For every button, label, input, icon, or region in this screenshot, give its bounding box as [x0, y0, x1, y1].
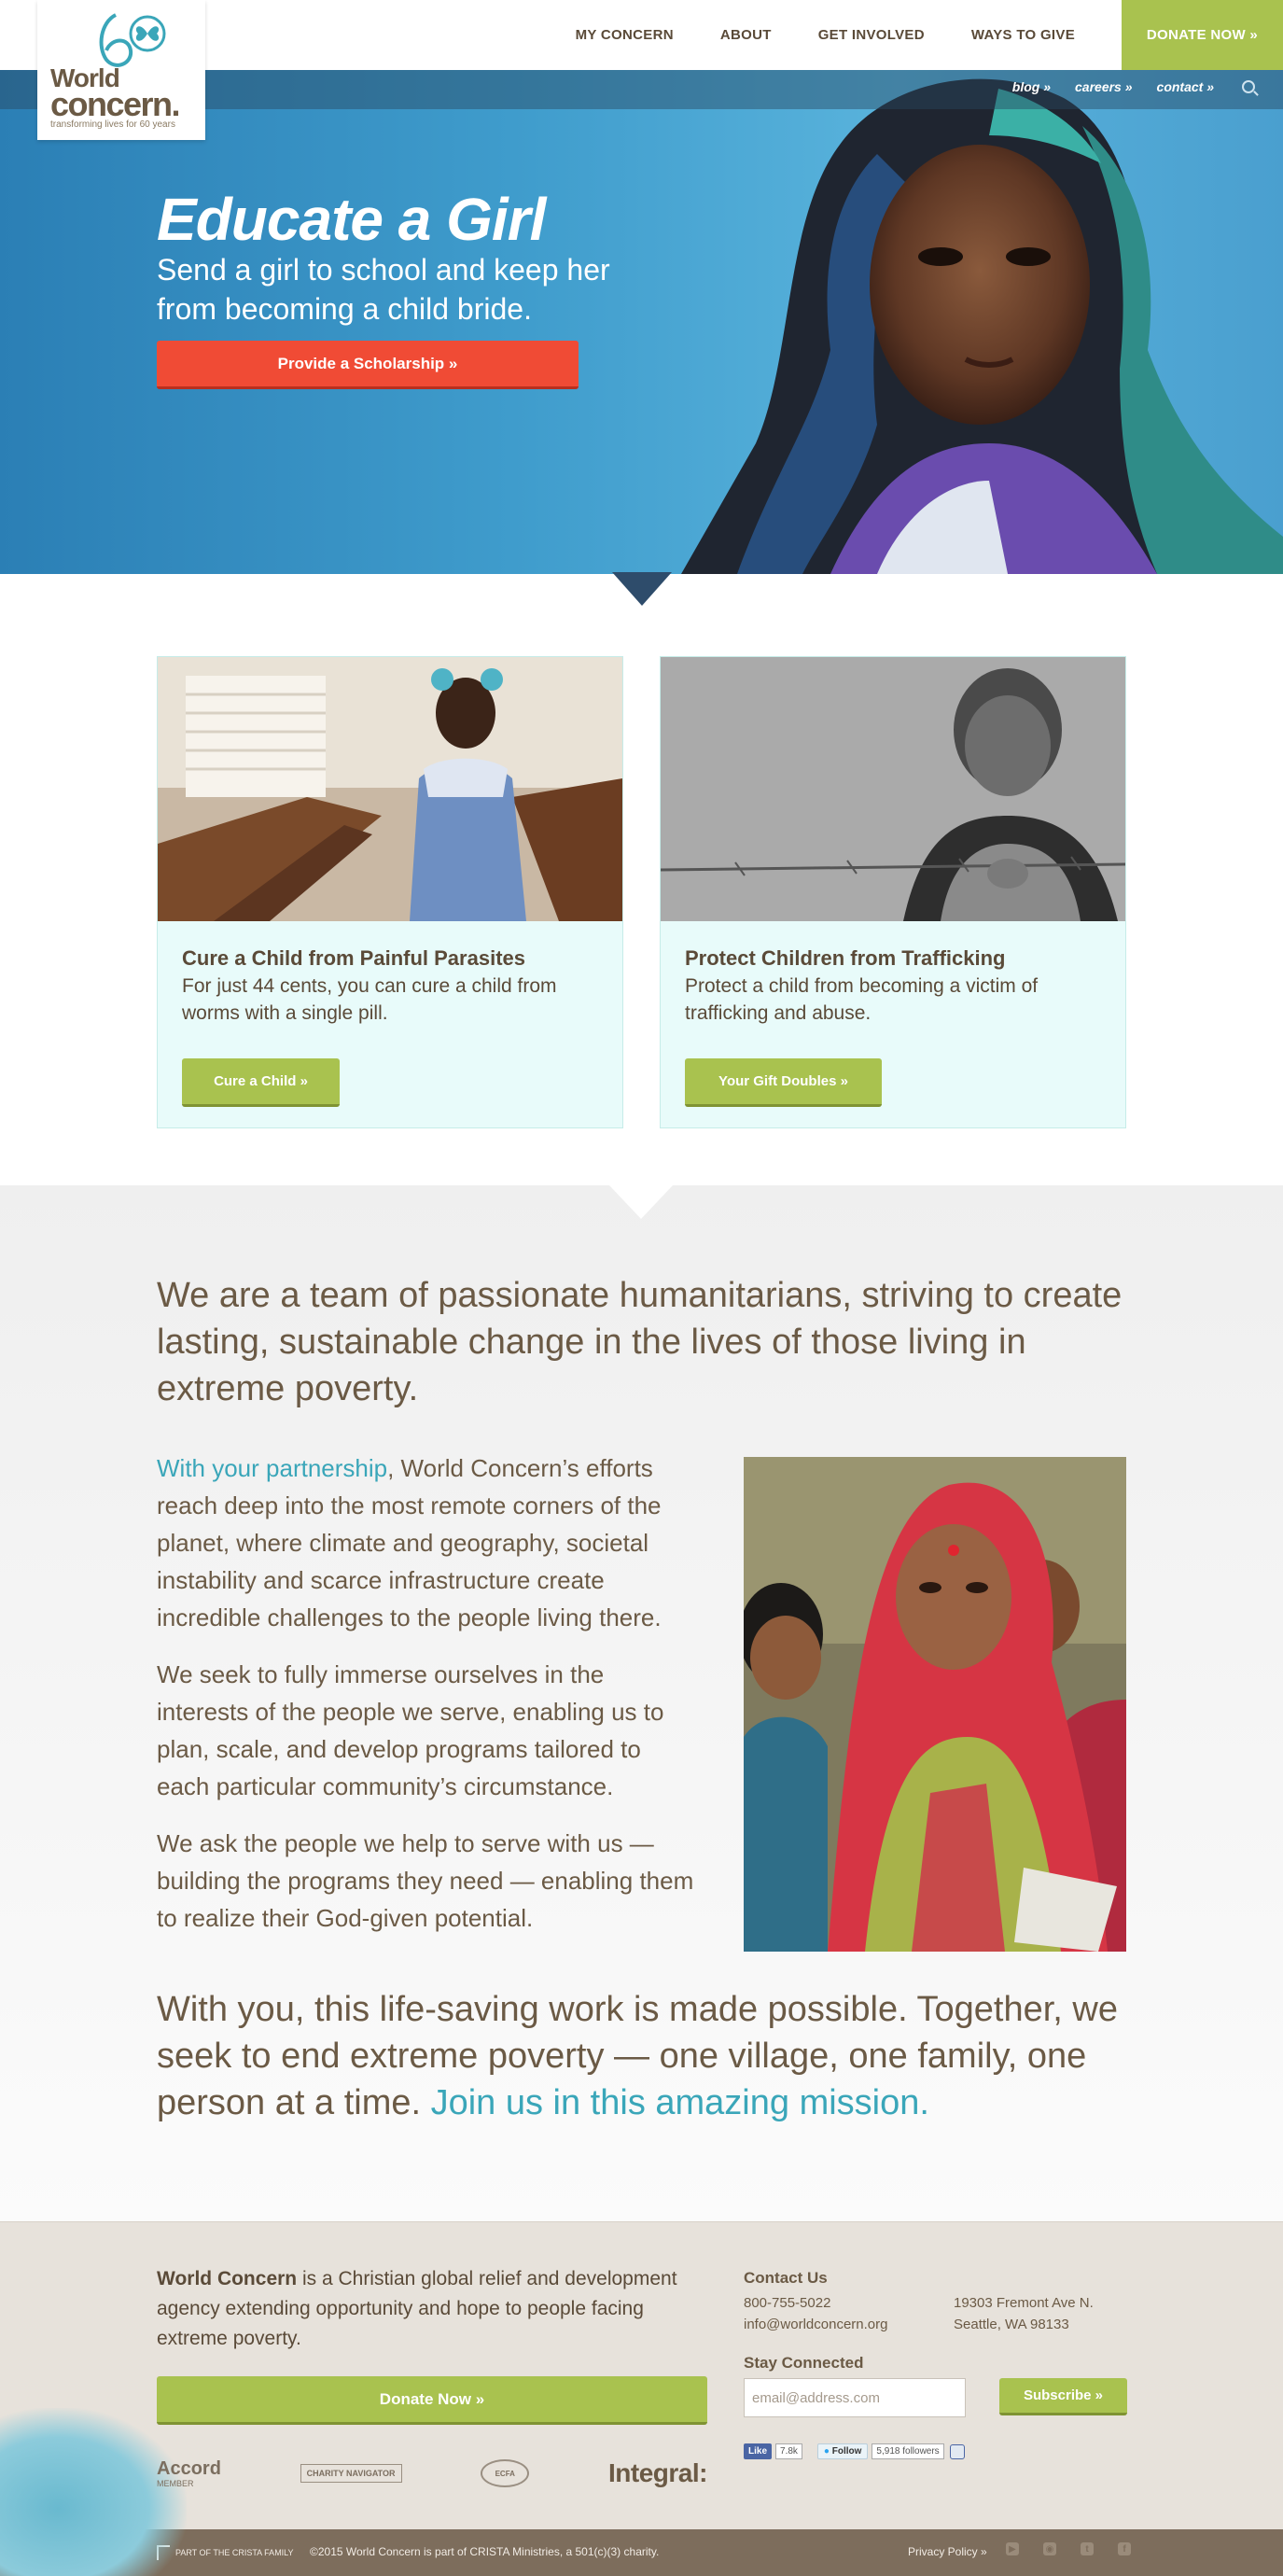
integral-alliance-badge[interactable]: Integral: [608, 2458, 707, 2488]
facebook-like-button[interactable]: Like [744, 2443, 773, 2459]
subscribe-button[interactable]: Subscribe » [999, 2378, 1127, 2415]
nav-my-concern[interactable]: MY CONCERN [576, 27, 674, 43]
twitter-follow-button[interactable]: ● Follow [816, 2443, 869, 2459]
twitter-follower-count: 5,918 followers [872, 2443, 944, 2459]
mission-closing: With you, this life-saving work is made … [157, 1986, 1127, 2126]
accord-member-badge[interactable]: Accord MEMBER [157, 2458, 221, 2488]
about-pointer-notch [609, 1185, 673, 1219]
logo-tagline: transforming lives for 60 years [50, 119, 175, 130]
contact-email-link[interactable]: info@worldconcern.org [744, 2314, 887, 2335]
card-text: For just 44 cents, you can cure a child … [182, 975, 557, 1024]
trafficking-card: Protect Children from Trafficking Protec… [660, 656, 1126, 1128]
footer-about-text: World Concern is a Christian global reli… [157, 2264, 717, 2354]
paragraph-partnership: With your partnership, World Concern’s e… [157, 1449, 698, 1636]
facebook-icon[interactable]: f [1118, 2542, 1131, 2555]
twitter-bird-icon: ● [823, 2446, 830, 2457]
instagram-icon[interactable] [949, 2443, 965, 2459]
sixty-anniversary-icon [99, 13, 166, 67]
contact-us-heading: Contact Us [744, 2269, 828, 2287]
contact-phone[interactable]: 800-755-5022 [744, 2292, 830, 2314]
nav-contact[interactable]: contact » [1157, 79, 1214, 94]
copyright-text: ©2015 World Concern is part of CRISTA Mi… [310, 2545, 660, 2558]
mission-lead: We are a team of passionate humanitarian… [157, 1276, 1123, 1408]
cure-a-child-button[interactable]: Cure a Child » [182, 1058, 340, 1107]
social-widgets: Like 7.8k ● Follow 5,918 followers [744, 2443, 965, 2459]
donate-now-button[interactable]: DONATE NOW » [1122, 0, 1283, 70]
card-title: Cure a Child from Painful Parasites [182, 946, 525, 970]
nav-blog[interactable]: blog » [1012, 79, 1051, 94]
nav-careers[interactable]: careers » [1075, 79, 1133, 94]
accreditation-badges: Accord MEMBER CHARITY NAVIGATOR ECFA Int… [157, 2455, 707, 2492]
youtube-icon[interactable]: ▶ [1006, 2542, 1019, 2555]
hero-girl-portrait-image [681, 78, 1283, 574]
world-concern-logo[interactable]: World concern. transforming lives for 60… [37, 0, 205, 140]
schoolgirl-photo [158, 657, 622, 921]
secondary-nav: blog » careers » contact » [988, 79, 1255, 94]
search-icon[interactable] [1242, 80, 1255, 93]
privacy-policy-link[interactable]: Privacy Policy » [908, 2545, 987, 2558]
partnership-link[interactable]: With your partnership [157, 1454, 387, 1482]
boy-behind-wire-photo [660, 657, 1126, 921]
charity-navigator-badge[interactable]: CHARITY NAVIGATOR [300, 2464, 402, 2483]
card-title: Protect Children from Trafficking [685, 946, 1006, 970]
nav-ways-to-give[interactable]: WAYS TO GIVE [971, 27, 1075, 43]
instagram-icon[interactable]: ◉ [1043, 2542, 1056, 2555]
bottom-bar: PART OF THE CRISTA FAMILY ©2015 World Co… [0, 2529, 1283, 2576]
address-line-1: 19303 Fremont Ave N. [954, 2295, 1094, 2311]
facebook-like-count: 7.8k [775, 2443, 802, 2459]
logo-text-concern: concern. [50, 85, 181, 123]
nav-get-involved[interactable]: GET INVOLVED [818, 27, 925, 43]
paragraph-immerse: We seek to fully immerse ourselves in th… [157, 1660, 664, 1800]
decorative-watercolor-blob [0, 2408, 187, 2576]
paragraph-serve: We ask the people we help to serve with … [157, 1829, 694, 1932]
address-line-2: Seattle, WA 98133 [954, 2317, 1069, 2332]
footer-social-icons: ▶ ◉ t f [1006, 2542, 1155, 2555]
provide-scholarship-button[interactable]: Provide a Scholarship » [157, 341, 579, 389]
main-nav: MY CONCERN ABOUT GET INVOLVED WAYS TO GI… [576, 0, 1283, 70]
hero-banner: blog » careers » contact » Educate a Gir… [0, 70, 1283, 574]
ecfa-badge[interactable]: ECFA [481, 2459, 530, 2487]
hero-title: Educate a Girl [157, 186, 546, 253]
footer-donate-button[interactable]: Donate Now » [157, 2376, 707, 2425]
footer-org-name: World Concern [157, 2268, 298, 2289]
card-text: Protect a child from becoming a victim o… [685, 975, 1039, 1024]
twitter-icon[interactable]: t [1081, 2542, 1094, 2555]
newsletter-email-input[interactable]: email@address.com [744, 2378, 966, 2417]
your-gift-doubles-button[interactable]: Your Gift Doubles » [685, 1058, 882, 1107]
nav-about[interactable]: ABOUT [720, 27, 772, 43]
parasites-card: Cure a Child from Painful Parasites For … [157, 656, 623, 1128]
hero-subtitle: Send a girl to school and keep her from … [157, 253, 610, 326]
stay-connected-heading: Stay Connected [744, 2354, 864, 2372]
hero-pointer-notch [612, 572, 672, 606]
woman-in-red-headscarf-photo [744, 1457, 1126, 1952]
join-mission-link[interactable]: Join us in this amazing mission. [431, 2083, 929, 2122]
